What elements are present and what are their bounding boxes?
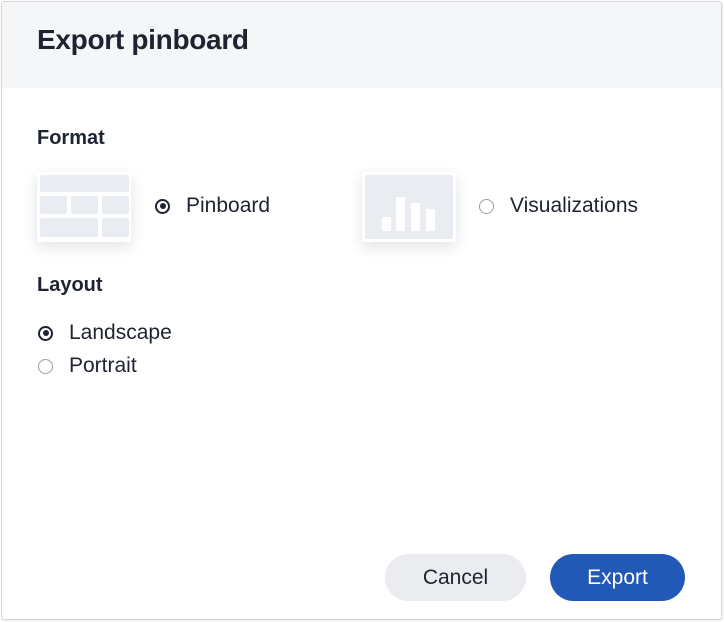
layout-option-portrait[interactable]: Portrait bbox=[38, 354, 137, 378]
dialog-title: Export pinboard bbox=[37, 24, 249, 55]
radio-landscape[interactable] bbox=[38, 325, 53, 341]
radio-visualizations[interactable] bbox=[479, 198, 494, 214]
pinboard-grid-icon[interactable] bbox=[37, 172, 131, 242]
format-section-label: Format bbox=[37, 127, 105, 149]
radio-portrait[interactable] bbox=[38, 358, 53, 374]
layout-option-landscape[interactable]: Landscape bbox=[38, 321, 172, 345]
export-button[interactable]: Export bbox=[550, 554, 685, 601]
format-option-visualizations[interactable]: Visualizations bbox=[479, 194, 638, 218]
thumbnail-tile bbox=[40, 196, 67, 214]
thumbnail-tile bbox=[102, 196, 129, 214]
chart-bar bbox=[382, 217, 391, 231]
format-option-visualizations-label: Visualizations bbox=[510, 194, 639, 217]
format-option-pinboard[interactable]: Pinboard bbox=[155, 194, 270, 218]
thumbnail-tile bbox=[102, 218, 129, 237]
export-pinboard-dialog: Export pinboard Format Pinboard Visualiz… bbox=[1, 1, 722, 620]
cancel-button[interactable]: Cancel bbox=[385, 554, 526, 601]
thumbnail-tile bbox=[71, 196, 98, 214]
radio-pinboard[interactable] bbox=[155, 198, 170, 214]
chart-bar bbox=[396, 197, 405, 231]
bar-chart-icon[interactable] bbox=[362, 172, 456, 242]
layout-option-portrait-label: Portrait bbox=[69, 354, 137, 377]
chart-bar bbox=[426, 209, 435, 231]
thumbnail-tile bbox=[40, 175, 129, 192]
format-option-pinboard-label: Pinboard bbox=[186, 194, 271, 217]
thumbnail-tile bbox=[40, 218, 98, 237]
layout-option-landscape-label: Landscape bbox=[69, 321, 172, 344]
thumbnail-tile bbox=[365, 175, 453, 239]
chart-bar bbox=[411, 203, 420, 231]
layout-section-label: Layout bbox=[37, 274, 103, 296]
dialog-header: Export pinboard bbox=[2, 2, 721, 88]
